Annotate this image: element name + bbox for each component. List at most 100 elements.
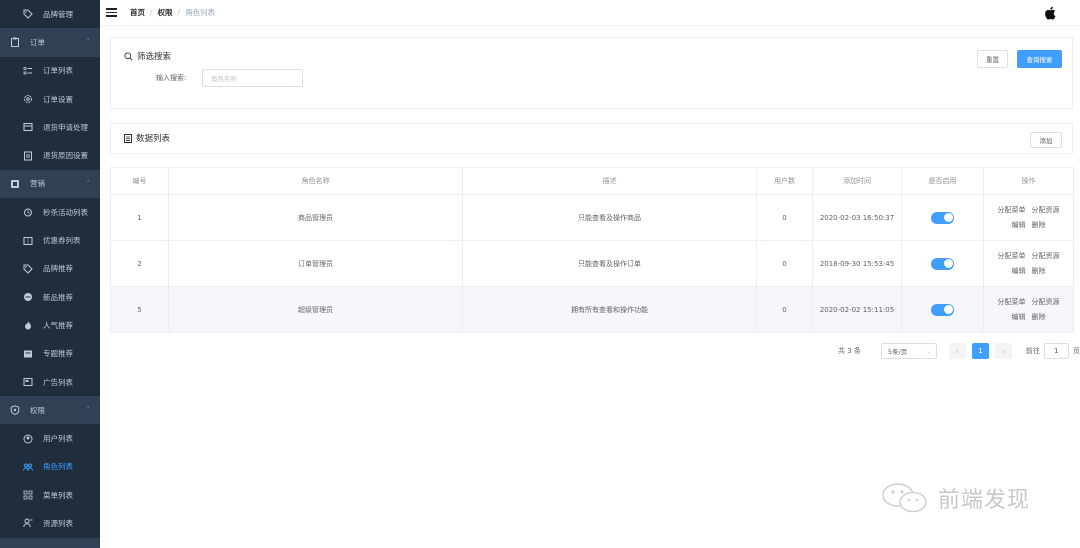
goto-page-input[interactable]: 1 [1043,343,1069,359]
cell-description: 拥有所有查看和操作功能 [462,286,757,333]
cell-add-time: 2020-02-03 16:50:37 [812,194,902,241]
delete-link[interactable]: 删除 [1032,313,1046,321]
new-icon [22,291,34,303]
sidebar-item-17[interactable]: 菜单列表 [0,481,100,510]
table-header-row: 编号 角色名称 描述 用户数 添加时间 是否启用 操作 [110,167,1074,195]
edit-link[interactable]: 编辑 [1012,221,1026,229]
top-navbar: 首页 / 权限 / 角色列表 [100,0,1080,26]
coupon-icon [22,235,34,247]
sidebar-item-4[interactable]: 退货申请处理 [0,113,100,142]
goto-label: 前往 [1025,347,1040,355]
prev-page-button[interactable]: ‹ [948,343,966,359]
sidebar-item-label: 资源列表 [43,518,73,528]
enabled-toggle[interactable] [931,257,954,270]
assign-resource-link[interactable]: 分配资源 [1032,252,1060,260]
page-size-select[interactable]: 5条/页 ⌄ [880,343,937,359]
assign-menu-link[interactable]: 分配菜单 [998,206,1026,214]
edit-link[interactable]: 编辑 [1012,267,1026,275]
sidebar-item-label: 角色列表 [43,462,73,472]
sidebar-item-label: 新品推荐 [43,292,73,302]
delete-link[interactable]: 删除 [1032,267,1046,275]
breadcrumb-permission[interactable]: 权限 [158,7,173,18]
chevron-up-icon: ˄ [86,38,91,47]
list-icon [22,65,34,77]
delete-link[interactable]: 删除 [1032,221,1046,229]
sidebar-item-label: 退货原因设置 [43,151,88,161]
sidebar-item-0[interactable]: 品牌管理 [0,0,100,29]
column-header-actions: 操作 [983,167,1074,195]
sidebar-item-2[interactable]: 订单列表 [0,56,100,85]
return-icon [22,121,34,133]
column-header-add-time: 添加时间 [812,167,902,195]
topic-icon [22,348,34,360]
sidebar-item-15[interactable]: 用户列表 [0,424,100,453]
sidebar-item-label: 退货申请处理 [43,122,88,132]
sidebar-item-11[interactable]: 人气推荐 [0,311,100,340]
sidebar-group-1[interactable]: 订单 ˄ [0,28,100,57]
watermark-text: 前端发现 [938,488,1031,513]
sidebar-item-13[interactable]: 广告列表 [0,367,100,397]
avatar[interactable] [1040,3,1060,23]
role-icon [22,461,34,473]
sidebar-item-12[interactable]: 专题推荐 [0,339,100,368]
cell-description: 只能查看及操作订单 [462,240,757,287]
sidebar-item-label: 营销 [30,179,45,189]
breadcrumb-separator: / [150,8,153,17]
sidebar-item-16[interactable]: 角色列表 [0,452,100,482]
sidebar-item-5[interactable]: 退货原因设置 [0,141,100,170]
cell-id: 5 [110,286,169,333]
sidebar-group-6[interactable]: 营销 ˄ [0,169,100,199]
sidebar-item-8[interactable]: 优惠券列表 [0,226,100,255]
chevron-up-icon: ˄ [86,179,91,188]
column-header-enabled: 是否启用 [901,167,984,195]
enabled-toggle[interactable] [931,303,954,316]
sidebar-item-10[interactable]: 新品推荐 [0,282,100,312]
search-icon [124,51,133,61]
sidebar-group-14[interactable]: 权限 ˄ [0,396,100,425]
add-button[interactable]: 添加 [1030,132,1062,148]
pagination: 共 3 条 5条/页 ⌄ ‹ 1 › 前往 1 页 [838,343,1080,359]
table-row: 2 订单管理员 只能查看及操作订单 0 2018-09-30 15:53:45 … [110,240,1074,287]
reset-button[interactable]: 重置 [977,50,1008,68]
settings-icon [22,93,34,105]
pagination-total: 共 3 条 [838,347,861,355]
cell-enabled [901,240,984,287]
alarm-icon [22,206,34,218]
cell-user-count: 0 [756,240,813,287]
assign-menu-link[interactable]: 分配菜单 [998,298,1026,306]
clipboard-icon [9,36,21,48]
chevron-up-icon: ˄ [86,406,91,415]
cell-user-count: 0 [756,194,813,241]
sidebar-item-18[interactable]: 资源列表 [0,509,100,538]
column-header-user-count: 用户数 [756,167,813,195]
ad-icon [22,376,34,388]
assign-menu-link[interactable]: 分配菜单 [998,252,1026,260]
list-doc-icon [124,133,132,143]
query-search-button[interactable]: 查询搜索 [1017,50,1062,68]
enabled-toggle[interactable] [931,211,954,224]
edit-link[interactable]: 编辑 [1012,313,1026,321]
data-list-card: 数据列表 添加 [110,123,1073,154]
filter-search-label: 筛选搜索 [137,52,172,62]
sidebar-item-3[interactable]: 订单设置 [0,84,100,114]
tag-icon [22,263,34,275]
sidebar-item-label: 优惠券列表 [43,236,81,246]
breadcrumb-home[interactable]: 首页 [130,7,145,18]
cell-description: 只能查看及操作商品 [462,194,757,241]
document-icon [22,150,34,162]
sidebar-item-7[interactable]: 秒杀活动列表 [0,198,100,227]
sidebar-item-9[interactable]: 品牌推荐 [0,254,100,283]
tag-icon [22,8,34,20]
cell-actions: 分配菜单 分配资源 编辑 删除 [983,240,1074,287]
hamburger-icon[interactable] [106,8,117,17]
page-number-current[interactable]: 1 [971,343,989,359]
assign-resource-link[interactable]: 分配资源 [1032,206,1060,214]
next-page-button[interactable]: › [994,343,1012,359]
sidebar-item-label: 秒杀活动列表 [43,207,88,217]
assign-resource-link[interactable]: 分配资源 [1032,298,1060,306]
data-list-label: 数据列表 [136,134,171,144]
sidebar: 品牌管理 订单 ˄ 订单列表 订单设置退货申请处理 退货原因设置营销 ˄ 秒杀活动列表 优惠券列… [0,0,100,548]
role-name-search-input[interactable]: 角色名称 [202,69,303,87]
filter-search-title: 筛选搜索 [124,50,171,62]
chevron-right-icon: › [1001,346,1005,356]
